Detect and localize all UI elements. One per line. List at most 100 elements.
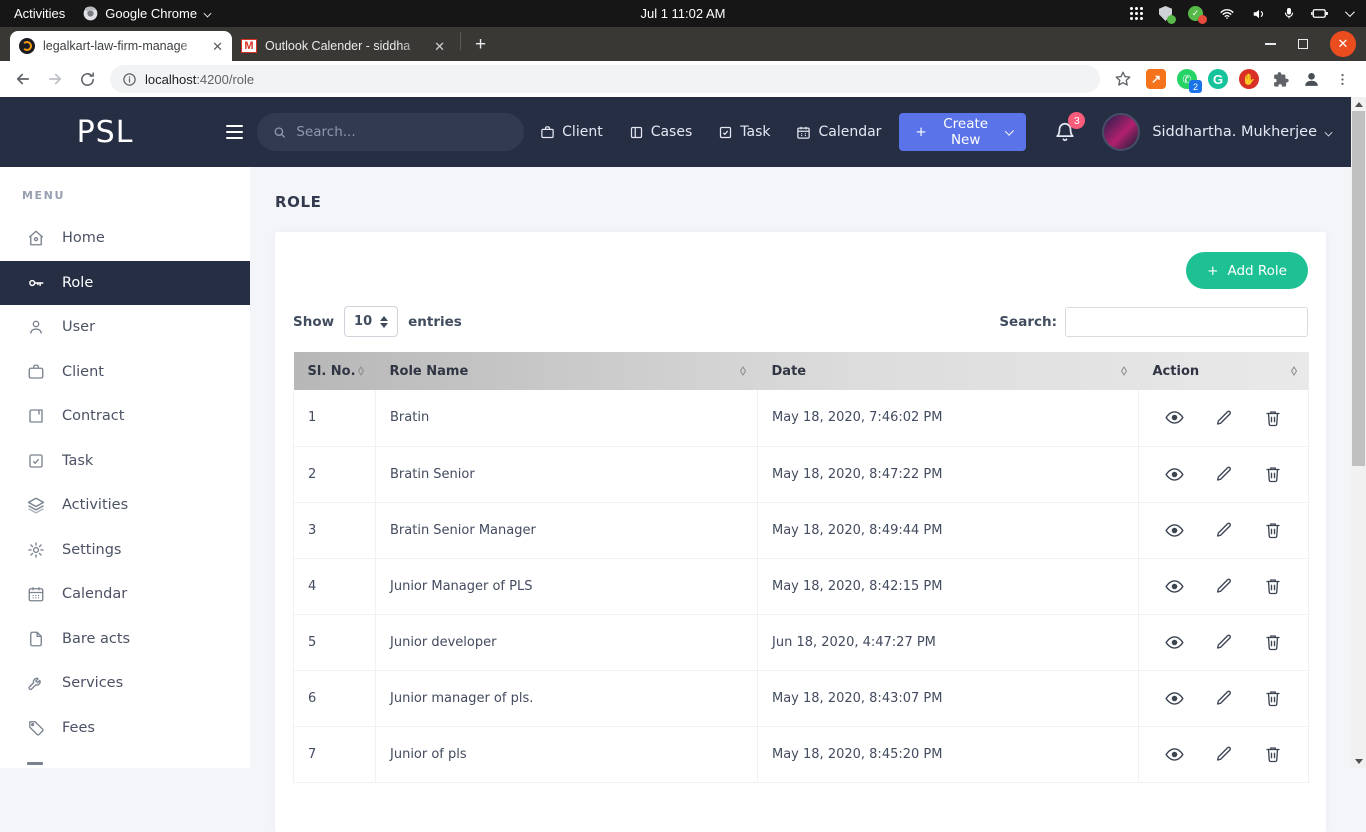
header-nav-cases[interactable]: Cases xyxy=(629,124,693,140)
zoho-extension-icon[interactable]: ↗ xyxy=(1146,69,1166,89)
edit-button[interactable] xyxy=(1215,409,1233,427)
tab-close-icon[interactable]: ✕ xyxy=(212,40,223,53)
view-button[interactable] xyxy=(1165,745,1184,764)
chrome-icon xyxy=(83,6,98,21)
microphone-icon[interactable] xyxy=(1283,6,1295,21)
delete-button[interactable] xyxy=(1264,409,1282,427)
app-logo[interactable]: PSL xyxy=(77,115,134,150)
sidebar-item-role[interactable]: Role xyxy=(0,261,250,306)
edit-button[interactable] xyxy=(1215,577,1233,595)
delete-button[interactable] xyxy=(1264,689,1282,707)
view-button[interactable] xyxy=(1165,633,1184,652)
column-header-role-name[interactable]: Role Name xyxy=(376,352,758,390)
sidebar-item-label: Client xyxy=(62,364,104,380)
wrench-icon xyxy=(27,674,45,692)
window-maximize-button[interactable] xyxy=(1298,39,1308,49)
edit-button[interactable] xyxy=(1215,465,1233,483)
sidebar-item-task[interactable]: Task xyxy=(0,439,250,484)
edit-button[interactable] xyxy=(1215,633,1233,651)
window-minimize-button[interactable] xyxy=(1265,43,1276,45)
cell-sl-no: 7 xyxy=(294,726,376,782)
browser-tab-bar: legalkart-law-firm-manage ✕ M Outlook Ca… xyxy=(0,27,1366,61)
notifications-button[interactable]: 3 xyxy=(1054,121,1076,143)
chevron-down-icon xyxy=(1325,128,1333,136)
sidebar-item-settings[interactable]: Settings xyxy=(0,528,250,573)
edit-button[interactable] xyxy=(1215,745,1233,763)
column-label: Sl. No. xyxy=(308,364,356,379)
global-search[interactable] xyxy=(257,113,524,151)
sidebar-toggle-button[interactable] xyxy=(226,121,243,143)
column-header-action[interactable]: Action xyxy=(1139,352,1309,390)
delete-button[interactable] xyxy=(1264,577,1282,595)
sidebar-item-contract[interactable]: Contract xyxy=(0,394,250,439)
adblock-extension-icon[interactable]: ✋ xyxy=(1239,69,1259,89)
profile-avatar-icon[interactable] xyxy=(1301,69,1321,89)
view-button[interactable] xyxy=(1165,408,1184,427)
back-button[interactable] xyxy=(10,66,36,92)
header-nav-calendar[interactable]: Calendar xyxy=(796,124,881,140)
column-header-date[interactable]: Date xyxy=(758,352,1139,390)
user-menu[interactable]: Siddhartha. Mukherjee xyxy=(1102,113,1332,151)
edit-button[interactable] xyxy=(1215,521,1233,539)
whatsapp-extension-icon[interactable]: ✆2 xyxy=(1177,69,1197,89)
sidebar-item-home[interactable]: Home xyxy=(0,216,250,261)
sidebar-item-services[interactable]: Services xyxy=(0,661,250,706)
wifi-icon[interactable] xyxy=(1219,7,1235,21)
sidebar-item-client[interactable]: Client xyxy=(0,350,250,395)
activities-button[interactable]: Activities xyxy=(14,6,65,21)
scroll-down-arrow-icon[interactable] xyxy=(1351,754,1366,768)
new-tab-button[interactable]: + xyxy=(467,34,494,56)
page-title: ROLE xyxy=(250,167,1351,211)
browser-menu-kebab-icon[interactable] xyxy=(1332,69,1352,89)
shield-status-icon[interactable] xyxy=(1159,6,1172,21)
clipboard-check-icon xyxy=(27,452,45,470)
header-nav-task[interactable]: Task xyxy=(718,124,770,140)
cell-date: Jun 18, 2020, 4:47:27 PM xyxy=(758,614,1139,670)
window-close-button[interactable]: ✕ xyxy=(1330,31,1356,57)
url-bar[interactable]: localhost:4200/role xyxy=(110,65,1100,93)
tab-close-icon[interactable]: ✕ xyxy=(434,40,445,53)
sidebar-item-bare-acts[interactable]: Bare acts xyxy=(0,617,250,662)
view-button[interactable] xyxy=(1165,577,1184,596)
scroll-up-arrow-icon[interactable] xyxy=(1351,97,1366,111)
column-header-sl-no[interactable]: Sl. No. xyxy=(294,352,376,390)
browser-scrollbar[interactable] xyxy=(1351,97,1366,768)
recorder-status-icon[interactable]: ✓ xyxy=(1188,6,1203,21)
delete-button[interactable] xyxy=(1264,521,1282,539)
scrollbar-thumb[interactable] xyxy=(1352,111,1365,466)
global-search-input[interactable] xyxy=(296,124,508,140)
tab-title: legalkart-law-firm-manage xyxy=(43,38,204,54)
view-button[interactable] xyxy=(1165,465,1184,484)
sidebar-item-activities[interactable]: Activities xyxy=(0,483,250,528)
add-role-button[interactable]: + Add Role xyxy=(1186,252,1308,289)
sort-icon xyxy=(1288,364,1300,378)
app-menu[interactable]: Google Chrome xyxy=(83,6,211,21)
tab-outlook-calendar[interactable]: M Outlook Calender - siddha ✕ xyxy=(232,31,454,61)
view-button[interactable] xyxy=(1165,521,1184,540)
page-size-select[interactable]: 10 xyxy=(344,306,398,337)
edit-button[interactable] xyxy=(1215,689,1233,707)
system-menu-caret-icon[interactable] xyxy=(1345,7,1355,17)
reload-button[interactable] xyxy=(74,66,100,92)
bookmark-star-icon[interactable] xyxy=(1110,66,1136,92)
column-label: Action xyxy=(1153,364,1200,379)
sidebar-item-calendar[interactable]: Calendar xyxy=(0,572,250,617)
dropbox-tray-icon[interactable] xyxy=(1130,7,1143,20)
volume-icon[interactable] xyxy=(1251,7,1267,21)
sidebar-item-user[interactable]: User xyxy=(0,305,250,350)
view-button[interactable] xyxy=(1165,689,1184,708)
table-search-input[interactable] xyxy=(1065,307,1308,337)
extensions-puzzle-icon[interactable] xyxy=(1270,69,1290,89)
sidebar-item-fees[interactable]: Fees xyxy=(0,706,250,751)
delete-button[interactable] xyxy=(1264,633,1282,651)
nav-label: Calendar xyxy=(818,124,881,140)
site-info-icon[interactable] xyxy=(122,72,137,87)
header-nav-client[interactable]: Client xyxy=(540,124,603,140)
delete-button[interactable] xyxy=(1264,745,1282,763)
grammarly-extension-icon[interactable]: G xyxy=(1208,69,1228,89)
sort-icon xyxy=(355,364,367,378)
create-new-button[interactable]: + Create New xyxy=(899,113,1026,151)
tab-legalkart[interactable]: legalkart-law-firm-manage ✕ xyxy=(10,31,232,61)
battery-icon[interactable] xyxy=(1311,7,1329,20)
delete-button[interactable] xyxy=(1264,465,1282,483)
